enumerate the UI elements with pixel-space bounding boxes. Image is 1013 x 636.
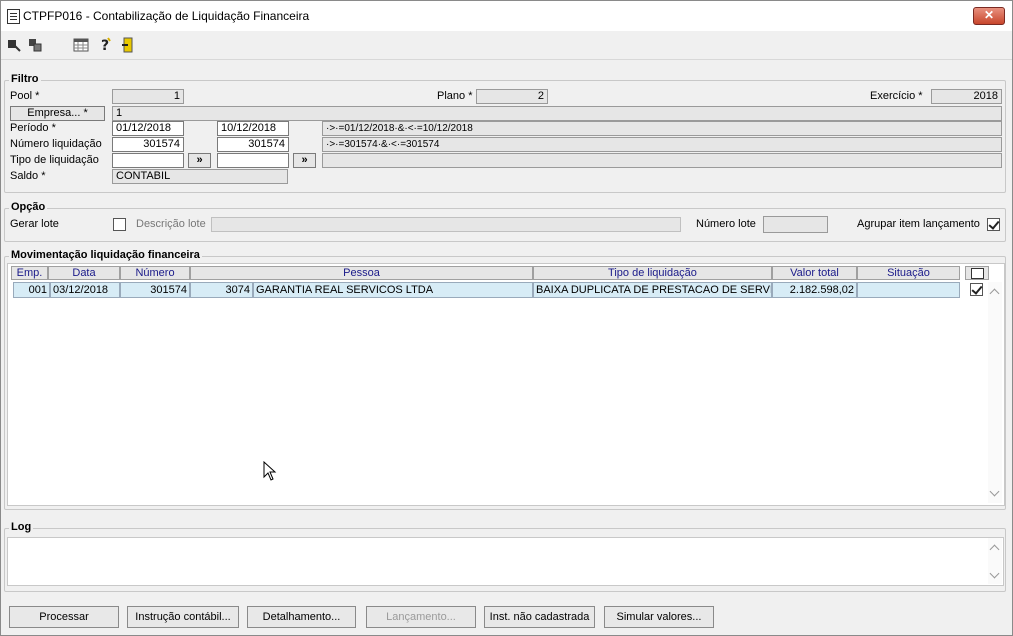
exit-door-icon[interactable] xyxy=(120,37,136,53)
agrupar-label: Agrupar item lançamento xyxy=(857,218,980,230)
detalhamento-button[interactable]: Detalhamento... xyxy=(247,606,356,628)
gerar-lote-label: Gerar lote xyxy=(10,218,59,230)
gerar-lote-checkbox[interactable] xyxy=(113,218,126,231)
movimentacao-title: Movimentação liquidação financeira xyxy=(9,249,202,261)
select-all-checkbox[interactable] xyxy=(971,268,984,279)
periodo-from-input[interactable]: 01/12/2018 xyxy=(112,121,184,136)
agrupar-checkbox[interactable] xyxy=(987,218,1000,231)
svg-text:?: ? xyxy=(101,38,109,53)
periodo-to-input[interactable]: 10/12/2018 xyxy=(217,121,289,136)
tipo-expression xyxy=(322,153,1002,168)
log-scroll-up-icon[interactable] xyxy=(989,544,1000,555)
inst-nao-cadastrada-button[interactable]: Inst. não cadastrada xyxy=(484,606,595,628)
col-header-situacao[interactable]: Situação xyxy=(857,266,960,280)
col-header-numero[interactable]: Número xyxy=(120,266,190,280)
calendar-grid-icon[interactable] xyxy=(73,37,89,53)
filtro-title: Filtro xyxy=(9,73,41,85)
cell-situacao xyxy=(857,282,960,298)
numero-from-input[interactable]: 301574 xyxy=(112,137,184,152)
import-icon[interactable] xyxy=(6,37,22,53)
exercicio-field[interactable]: 2018 xyxy=(931,89,1002,104)
row-select-checkbox[interactable] xyxy=(970,283,983,296)
periodo-label: Período * xyxy=(10,122,56,134)
cell-pessoa: GARANTIA REAL SERVICOS LTDA xyxy=(253,282,533,298)
tipo-liquidacao-label: Tipo de liquidação xyxy=(10,154,99,166)
cell-emp: 001 xyxy=(13,282,50,298)
col-header-pessoa[interactable]: Pessoa xyxy=(190,266,533,280)
tipo-from-more-button[interactable]: » xyxy=(188,153,211,168)
scroll-down-icon[interactable] xyxy=(989,486,1000,497)
numero-lote-label: Número lote xyxy=(696,218,756,230)
opcao-title: Opção xyxy=(9,201,48,213)
lancamento-button[interactable]: Lançamento... xyxy=(366,606,476,628)
scroll-up-icon[interactable] xyxy=(989,288,1000,299)
col-header-valor[interactable]: Valor total xyxy=(772,266,857,280)
exercicio-label: Exercício * xyxy=(870,90,923,102)
saldo-label: Saldo * xyxy=(10,170,46,182)
window-title: CTPFP016 - Contabilização de Liquidação … xyxy=(23,9,310,23)
instrucao-contabil-button[interactable]: Instrução contábil... xyxy=(127,606,239,628)
col-header-select[interactable] xyxy=(965,266,989,280)
help-icon[interactable]: ? xyxy=(97,37,113,53)
empresa-field[interactable]: 1 xyxy=(112,106,1002,121)
close-button[interactable]: ✕ xyxy=(973,7,1005,25)
cell-data: 03/12/2018 xyxy=(50,282,120,298)
toolbar: ? xyxy=(1,31,1012,60)
plano-field[interactable]: 2 xyxy=(476,89,548,104)
cell-valor: 2.182.598,02 xyxy=(772,282,857,298)
pool-label: Pool * xyxy=(10,90,40,102)
numero-to-input[interactable]: 301574 xyxy=(217,137,289,152)
copy-icon[interactable] xyxy=(27,37,43,53)
pool-field[interactable]: 1 xyxy=(112,89,184,104)
log-scroll-down-icon[interactable] xyxy=(989,568,1000,579)
cell-pessoa-codigo: 3074 xyxy=(190,282,253,298)
plano-label: Plano * xyxy=(437,90,473,102)
numero-liquidacao-label: Número liquidação xyxy=(10,138,102,150)
descricao-lote-input[interactable] xyxy=(211,217,681,232)
main-window: CTPFP016 - Contabilização de Liquidação … xyxy=(0,0,1013,636)
processar-button[interactable]: Processar xyxy=(9,606,119,628)
title-bar: CTPFP016 - Contabilização de Liquidação … xyxy=(1,1,1012,31)
descricao-lote-label: Descrição lote xyxy=(136,218,206,230)
tipo-to-more-button[interactable]: » xyxy=(293,153,316,168)
numero-lote-field[interactable] xyxy=(763,216,828,233)
empresa-button[interactable]: Empresa... * xyxy=(10,106,105,121)
cell-tipo: BAIXA DUPLICATA DE PRESTACAO DE SERVICO xyxy=(533,282,772,298)
numero-expression: ·>·=301574·&·<·=301574 xyxy=(322,137,1002,152)
mouse-cursor-icon xyxy=(263,461,277,481)
document-icon xyxy=(7,9,20,24)
movimentacao-grid[interactable]: Emp. Data Número Pessoa Tipo de liquidaç… xyxy=(7,263,1005,506)
col-header-tipo[interactable]: Tipo de liquidação xyxy=(533,266,772,280)
col-header-emp[interactable]: Emp. xyxy=(11,266,48,280)
simular-valores-button[interactable]: Simular valores... xyxy=(604,606,714,628)
periodo-expression: ·>·=01/12/2018·&·<·=10/12/2018 xyxy=(322,121,1002,136)
log-title: Log xyxy=(9,521,34,533)
cell-numero: 301574 xyxy=(120,282,190,298)
tipo-to-input[interactable] xyxy=(217,153,289,168)
col-header-data[interactable]: Data xyxy=(48,266,120,280)
log-textarea[interactable] xyxy=(7,537,1004,586)
grid-scrollbar[interactable] xyxy=(988,282,1002,503)
log-scrollbar[interactable] xyxy=(988,538,1002,584)
tipo-from-input[interactable] xyxy=(112,153,184,168)
saldo-field[interactable]: CONTABIL xyxy=(112,169,288,184)
